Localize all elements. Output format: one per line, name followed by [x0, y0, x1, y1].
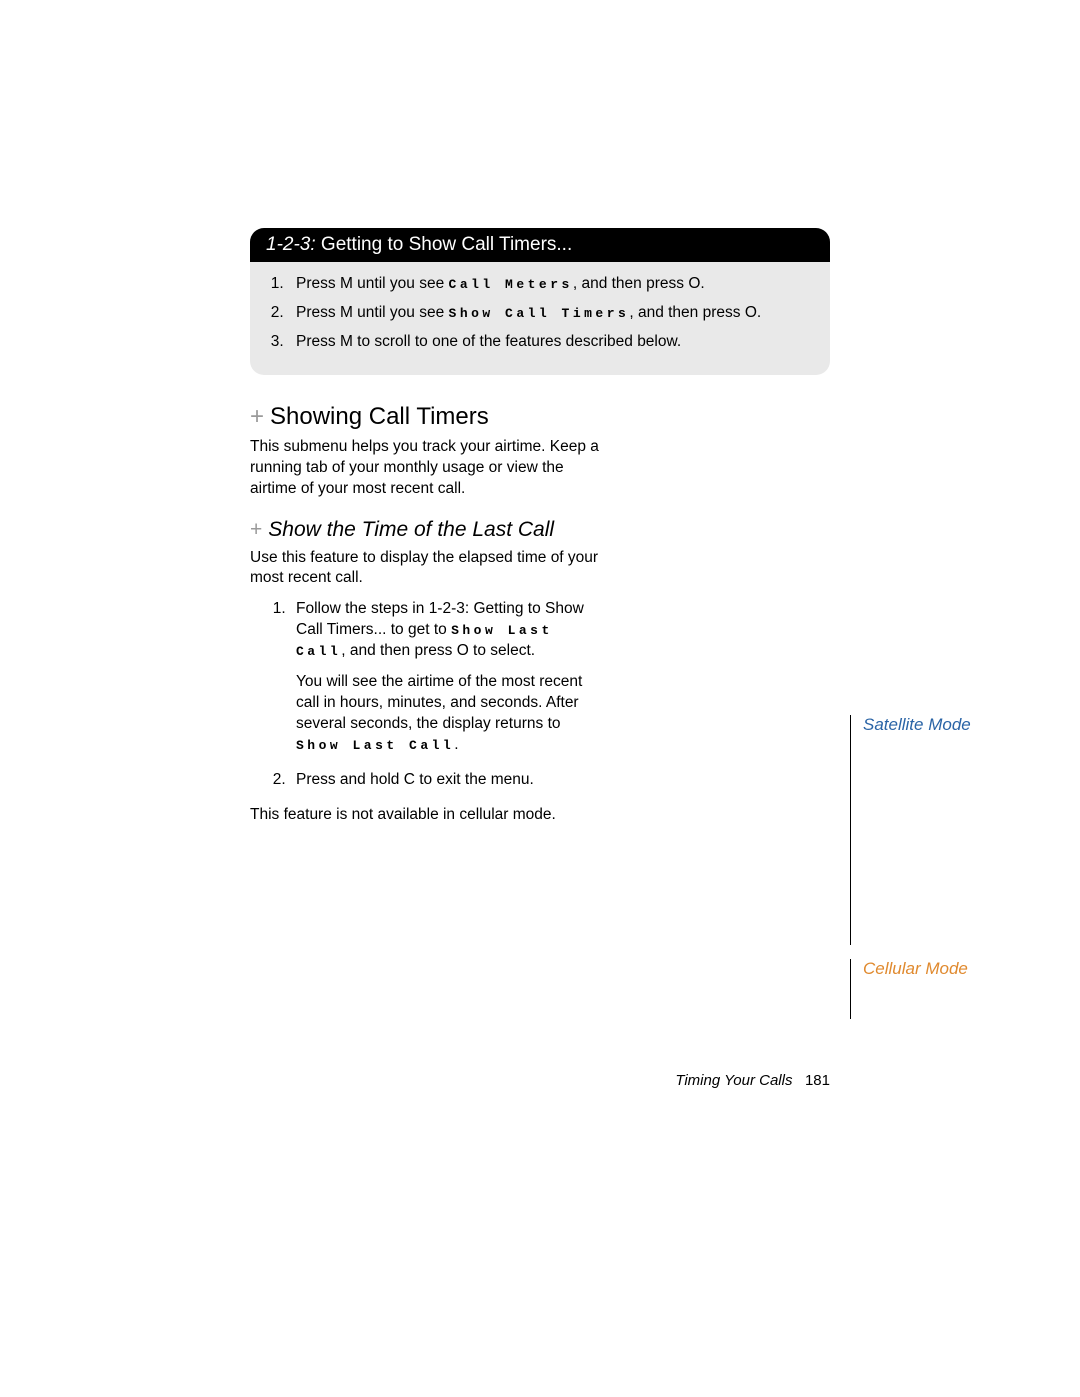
procedure-title: 1-2-3: Getting to Show Call Timers...: [250, 228, 830, 262]
section1-para: This submenu helps you track your airtim…: [250, 437, 600, 500]
procedure-title-text: Getting to Show Call Timers...: [321, 234, 572, 255]
menu-show-call-timers: Show Call Timers: [449, 306, 630, 321]
key-m: M: [340, 304, 353, 321]
section1-body: This submenu helps you track your airtim…: [250, 437, 600, 500]
footer-page-number: 181: [805, 1072, 830, 1089]
heading-showing-call-timers: +Showing Call Timers: [250, 403, 830, 431]
sec2-step-1: Follow the steps in 1-2-3: Getting to Sh…: [290, 599, 600, 755]
proc-step-1: Press M until you see Call Meters, and t…: [288, 274, 814, 295]
menu-call-meters: Call Meters: [449, 277, 573, 292]
procedure-prefix: 1-2-3:: [266, 234, 316, 255]
section2-body: Use this feature to display the elapsed …: [250, 548, 600, 826]
key-o: O: [745, 304, 757, 321]
key-o: O: [688, 275, 700, 292]
footer-chapter: Timing Your Calls: [675, 1072, 792, 1089]
sec2-step-1-note: You will see the airtime of the most rec…: [296, 672, 600, 756]
heading-show-last-call: +Show the Time of the Last Call: [250, 518, 830, 542]
proc-step-3: Press M to scroll to one of the features…: [288, 332, 814, 353]
page-content: 1-2-3: Getting to Show Call Timers... Pr…: [250, 228, 830, 836]
key-o: O: [457, 642, 469, 659]
procedure-box: 1-2-3: Getting to Show Call Timers... Pr…: [250, 228, 830, 375]
key-c: C: [404, 771, 415, 788]
proc-step-2: Press M until you see Show Call Timers, …: [288, 303, 814, 324]
sidebar-satellite-mode: Satellite Mode: [850, 715, 1063, 945]
sidebar-cellular-mode: Cellular Mode: [850, 959, 1063, 1019]
key-m: M: [340, 275, 353, 292]
sec2-step-2: Press and hold C to exit the menu.: [290, 770, 600, 791]
procedure-steps: Press M until you see Call Meters, and t…: [250, 262, 830, 375]
menu-show-last-call: Show Last Call: [296, 738, 454, 753]
plus-icon: +: [250, 518, 262, 541]
plus-icon: +: [250, 403, 264, 430]
section-showing-call-timers: +Showing Call Timers This submenu helps …: [250, 403, 830, 826]
section2-note: This feature is not available in cellula…: [250, 805, 600, 826]
key-m: M: [340, 333, 353, 350]
page-footer: Timing Your Calls 181: [250, 1072, 830, 1089]
section2-intro: Use this feature to display the elapsed …: [250, 548, 600, 590]
